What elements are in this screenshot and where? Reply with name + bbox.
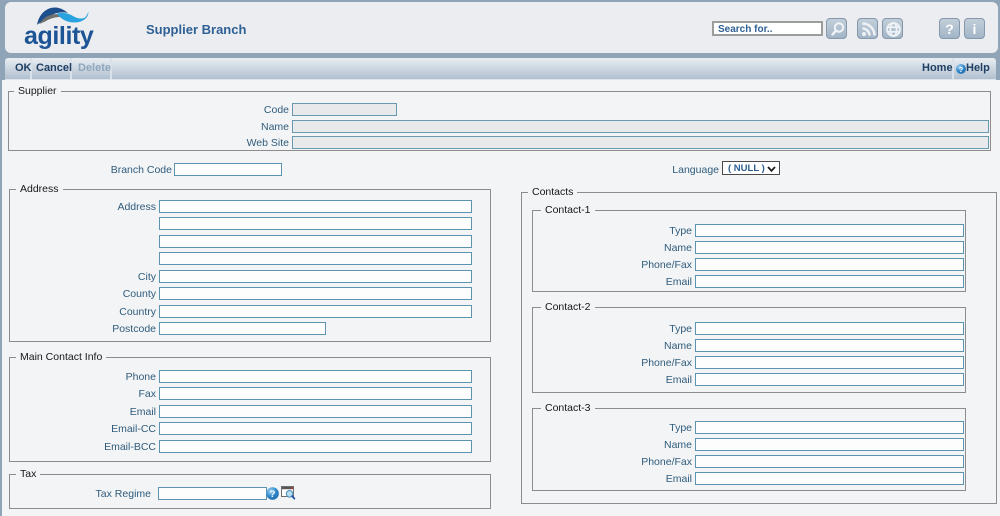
svg-text:?: ?	[270, 489, 276, 500]
svg-text:?: ?	[959, 65, 964, 74]
svg-text:agility: agility	[24, 22, 94, 50]
